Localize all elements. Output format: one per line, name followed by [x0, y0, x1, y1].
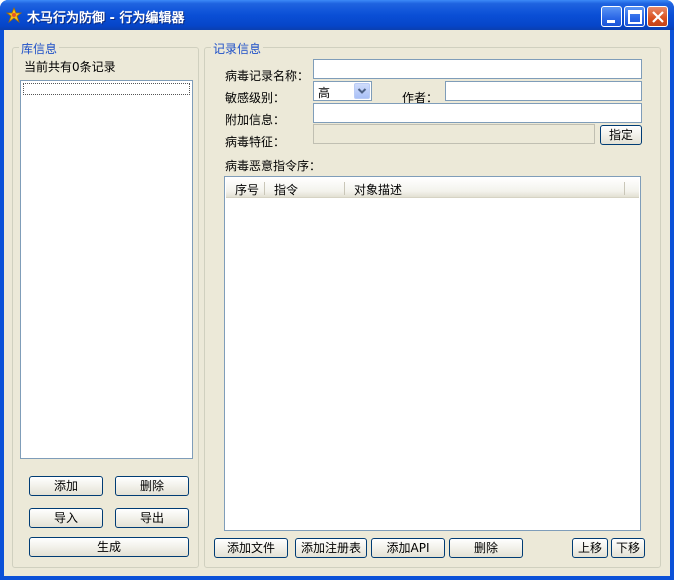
column-divider[interactable]	[344, 182, 345, 195]
record-count-text: 当前共有0条记录	[24, 60, 116, 74]
library-legend: 库信息	[19, 40, 60, 57]
move-down-button[interactable]: 下移	[611, 538, 645, 558]
window-title: 木马行为防御 - 行为编辑器	[27, 11, 185, 26]
close-button[interactable]	[647, 6, 668, 27]
record-name-input[interactable]	[313, 59, 642, 79]
library-add-button[interactable]: 添加	[29, 476, 103, 496]
sequence-label: 病毒恶意指令序：	[225, 159, 322, 173]
table-delete-button[interactable]: 删除	[449, 538, 523, 558]
minimize-button[interactable]	[601, 6, 622, 27]
move-up-button[interactable]: 上移	[572, 538, 608, 558]
record-legend: 记录信息	[211, 40, 264, 57]
maximize-icon	[628, 10, 642, 24]
dropdown-arrow[interactable]	[354, 83, 370, 99]
sensitivity-value: 高	[318, 86, 331, 100]
author-input[interactable]	[445, 81, 642, 101]
maximize-button[interactable]	[624, 6, 645, 27]
export-button[interactable]: 导出	[115, 508, 189, 528]
window-bottom-border	[0, 576, 674, 580]
record-name-label: 病毒记录名称：	[225, 69, 310, 83]
column-header-description[interactable]: 对象描述	[354, 181, 402, 198]
table-header: 序号 指令 对象描述	[226, 178, 639, 198]
add-api-button[interactable]: 添加API	[371, 538, 445, 558]
import-button[interactable]: 导入	[29, 508, 103, 528]
add-registry-button[interactable]: 添加注册表	[295, 538, 367, 558]
library-group: 库信息 当前共有0条记录 添加 删除 导入 导出 生成	[12, 40, 199, 568]
sensitivity-select[interactable]: 高	[313, 81, 372, 101]
column-header-index[interactable]: 序号	[235, 181, 259, 198]
focus-rectangle	[23, 83, 190, 95]
column-divider[interactable]	[264, 182, 265, 195]
library-listbox[interactable]	[20, 80, 193, 459]
column-divider[interactable]	[624, 182, 625, 195]
chevron-down-icon	[357, 88, 367, 94]
column-header-command[interactable]: 指令	[274, 181, 298, 198]
record-group: 记录信息 病毒记录名称： 敏感级别： 高 作者： 附加信息： 病毒特征： 指定 …	[204, 40, 661, 568]
generate-button[interactable]: 生成	[29, 537, 189, 557]
instruction-table[interactable]: 序号 指令 对象描述	[224, 176, 641, 531]
extra-info-label: 附加信息：	[225, 113, 286, 127]
extra-info-input[interactable]	[313, 103, 642, 123]
close-icon	[652, 11, 664, 23]
signature-input	[313, 124, 595, 144]
specify-button[interactable]: 指定	[600, 125, 642, 145]
sensitivity-label: 敏感级别：	[225, 91, 286, 105]
app-logo-icon	[6, 7, 22, 23]
add-file-button[interactable]: 添加文件	[214, 538, 288, 558]
library-delete-button[interactable]: 删除	[115, 476, 189, 496]
minimize-icon	[607, 20, 615, 23]
client-area: 库信息 当前共有0条记录 添加 删除 导入 导出 生成 记录信息 病毒记录名称：…	[4, 30, 670, 576]
title-bar[interactable]: 木马行为防御 - 行为编辑器	[0, 0, 674, 30]
signature-label: 病毒特征：	[225, 135, 286, 149]
app-window: 木马行为防御 - 行为编辑器 库信息 当前共有0条记录 添加 删除 导入 导出 …	[0, 0, 674, 580]
